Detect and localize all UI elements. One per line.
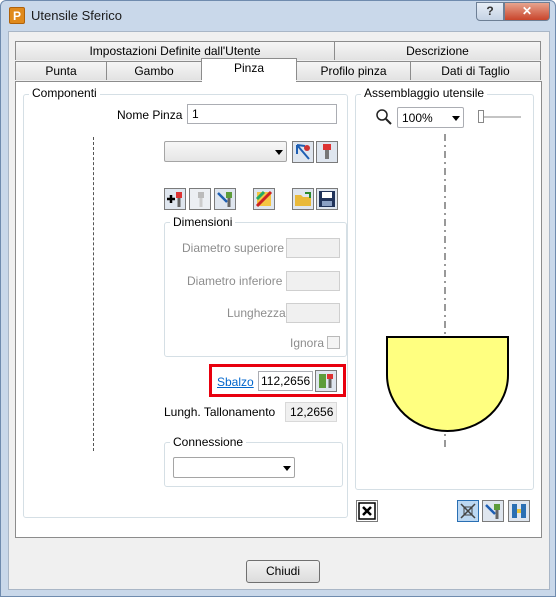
connessione-select[interactable] <box>173 457 295 478</box>
window-title: Utensile Sferico <box>31 8 123 23</box>
nome-pinza-input[interactable]: 1 <box>187 104 337 124</box>
tool-assembly-preview <box>386 134 509 451</box>
open-folder-icon[interactable] <box>292 188 314 210</box>
zoom-value: 100% <box>402 111 433 125</box>
tab-profilo-pinza[interactable]: Profilo pinza <box>296 61 411 80</box>
lungh-tallonamento-value: 12,2656 <box>285 402 337 422</box>
app-icon: P <box>9 7 25 24</box>
zoom-slider-track[interactable] <box>478 116 521 118</box>
tab-label: Punta <box>45 64 77 78</box>
componenti-title: Componenti <box>29 86 100 100</box>
help-button[interactable]: ? <box>476 2 504 21</box>
colour-palette-icon[interactable] <box>253 188 275 210</box>
select-pick-icon[interactable] <box>292 141 314 163</box>
edit-component-icon[interactable] <box>214 188 236 210</box>
preview-axis-line <box>93 137 94 451</box>
lungh-tallonamento-label: Lungh. Tallonamento <box>164 405 276 419</box>
tab-punta[interactable]: Punta <box>15 61 107 80</box>
save-icon[interactable] <box>316 188 338 210</box>
remove-component-icon[interactable] <box>189 188 211 210</box>
tab-gambo[interactable]: Gambo <box>106 61 202 80</box>
chevron-down-icon <box>275 150 283 155</box>
ignora-checkbox[interactable] <box>327 336 340 349</box>
ignora-label: Ignora <box>290 336 325 350</box>
holder-library-icon[interactable] <box>316 141 338 163</box>
title-bar[interactable]: P Utensile Sferico ? ✕ <box>1 1 556 31</box>
shade-view-icon[interactable] <box>457 500 479 522</box>
tab-label: Pinza <box>233 61 265 75</box>
dimensioni-title: Dimensioni <box>170 215 236 229</box>
assemblaggio-title: Assemblaggio utensile <box>361 86 488 100</box>
component-select[interactable] <box>164 141 287 162</box>
tab-label: Profilo pinza <box>320 64 387 78</box>
compute-overhang-icon[interactable] <box>315 370 337 392</box>
active-tab-joiner <box>202 80 296 82</box>
tab-label: Gambo <box>134 64 174 78</box>
zoom-select[interactable]: 100% <box>397 107 464 128</box>
tab-pinza[interactable]: Pinza <box>201 58 297 80</box>
tab-dati-di-taglio[interactable]: Dati di Taglio <box>410 61 541 80</box>
chevron-down-icon <box>452 116 460 121</box>
tab-label: Impostazioni Definite dall'Utente <box>89 44 261 58</box>
add-component-icon[interactable] <box>164 188 186 210</box>
lunghezza-input[interactable] <box>286 303 340 323</box>
close-window-button[interactable]: ✕ <box>504 2 550 21</box>
nome-pinza-label: Nome Pinza <box>117 108 183 122</box>
zoom-slider-thumb[interactable] <box>478 110 484 123</box>
tab-descrizione[interactable]: Descrizione <box>334 41 541 60</box>
lunghezza-label: Lunghezza <box>227 306 286 320</box>
fit-view-icon[interactable] <box>356 500 378 522</box>
pick-tool-icon[interactable] <box>482 500 504 522</box>
diametro-inferiore-input[interactable] <box>286 271 340 291</box>
tab-label: Descrizione <box>406 44 469 58</box>
diametro-superiore-input[interactable] <box>286 238 340 258</box>
ball-tool-shape <box>386 336 509 432</box>
diametro-inferiore-label: Diametro inferiore <box>187 274 283 288</box>
sbalzo-link[interactable]: Sbalzo <box>217 375 254 389</box>
zoom-magnifier-icon <box>375 108 393 126</box>
sbalzo-value[interactable]: 112,2656 <box>258 371 313 391</box>
diametro-superiore-label: Diametro superiore <box>182 241 285 255</box>
chevron-down-icon <box>283 466 291 471</box>
connessione-title: Connessione <box>170 435 247 449</box>
tool-dimensions-icon[interactable] <box>508 500 530 522</box>
chiudi-button[interactable]: Chiudi <box>246 560 320 583</box>
tab-label: Dati di Taglio <box>441 64 510 78</box>
